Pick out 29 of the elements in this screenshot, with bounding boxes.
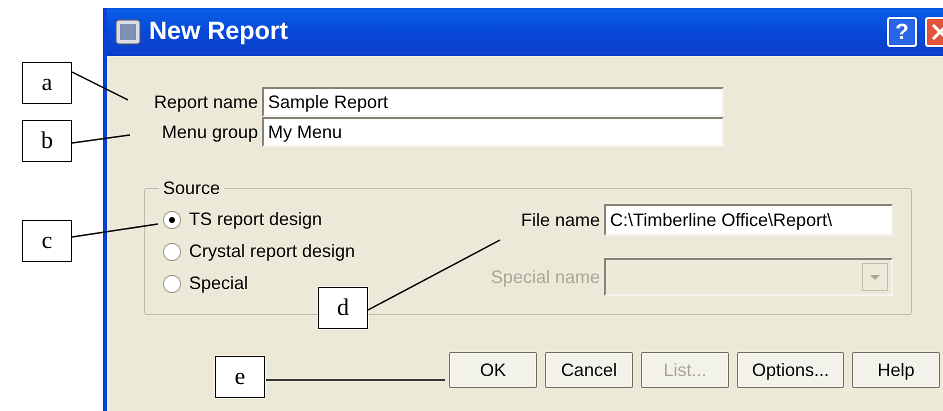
callout-label: a [22,62,72,104]
text-field[interactable]: My Menu [262,117,724,147]
radio-button[interactable] [163,274,181,292]
dropdown-field[interactable] [604,258,893,296]
leader-line [72,71,128,101]
field-label: File name [520,208,601,232]
dialog-button[interactable]: OK [448,352,537,388]
dialog-button[interactable]: Help [852,352,940,388]
field-label: Menu group [160,120,259,144]
help-button[interactable]: ? [887,17,917,47]
radio-button[interactable] [163,210,181,228]
radio-button[interactable] [163,242,181,260]
text-field[interactable]: Sample Report [262,87,724,117]
field-label: Report name [152,90,259,114]
radio-option[interactable]: TS report design [163,206,483,233]
dialog-button[interactable]: Options... [736,352,844,388]
caret-icon [862,263,888,291]
radio-option[interactable]: Crystal report design [163,238,483,265]
callout-label: b [22,120,72,162]
file-name-field[interactable]: C:\Timberline Office\Report\ [604,204,893,236]
callout-label: c [22,220,72,262]
leader-line [72,134,130,144]
window-title: New Report [149,16,289,48]
field-label: Special name [490,266,601,289]
callout-label: d [318,287,368,329]
callout-label: e [215,356,265,398]
app-icon [115,19,141,45]
group-title: Source [162,177,222,200]
dialog-button[interactable]: Cancel [544,352,633,388]
